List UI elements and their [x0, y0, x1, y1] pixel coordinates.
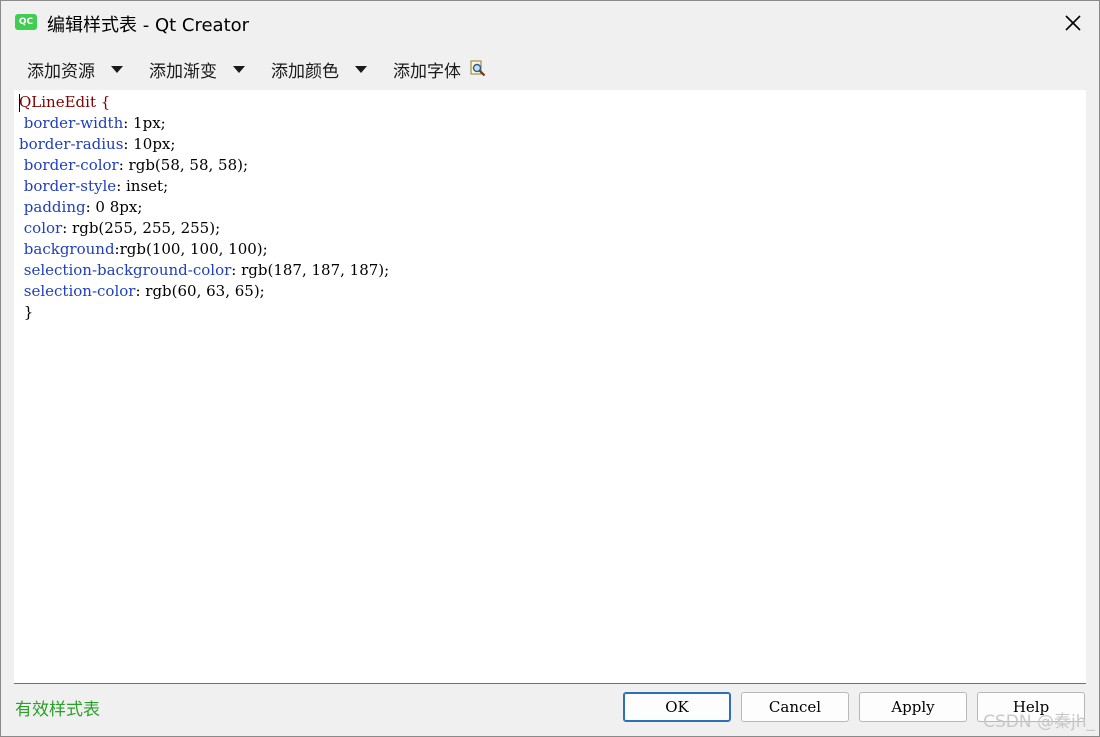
close-button[interactable] — [1047, 1, 1099, 45]
add-color-label: 添加颜色 — [271, 61, 339, 82]
dropdown-arrow-icon[interactable] — [355, 65, 367, 73]
code-property: border-width — [23, 114, 124, 132]
dropdown-arrow-icon[interactable] — [111, 65, 123, 73]
code-property: color — [23, 219, 63, 237]
close-icon — [1065, 15, 1081, 31]
code-line: } — [19, 302, 34, 323]
code-property: border-style — [23, 177, 117, 195]
code-property: background — [23, 240, 115, 258]
title-bar: QC 编辑样式表 - Qt Creator — [1, 1, 1099, 45]
add-gradient-label: 添加渐变 — [149, 61, 217, 82]
code-value: : rgb(60, 63, 65); — [135, 282, 265, 300]
code-line: border-radius: 10px; — [19, 134, 175, 155]
ok-button[interactable]: OK — [623, 692, 731, 722]
code-line: QLineEdit { — [19, 92, 110, 113]
code-value: :rgb(100, 100, 100); — [114, 240, 268, 258]
add-gradient-button[interactable]: 添加渐变 — [137, 57, 245, 82]
code-line: background:rgb(100, 100, 100); — [19, 239, 268, 260]
code-line: color: rgb(255, 255, 255); — [19, 218, 220, 239]
code-property: border-color — [23, 156, 119, 174]
code-line: border-width: 1px; — [19, 113, 166, 134]
add-color-button[interactable]: 添加颜色 — [259, 57, 367, 82]
add-resource-label: 添加资源 — [27, 61, 95, 82]
code-line: padding: 0 8px; — [19, 197, 143, 218]
add-font-label: 添加字体 — [393, 61, 461, 82]
apply-button[interactable]: Apply — [859, 692, 967, 722]
toolbar: 添加资源 添加渐变 添加颜色 添加字体 — [15, 53, 501, 85]
code-selector: } — [19, 303, 34, 321]
code-property: selection-color — [23, 282, 136, 300]
stylesheet-editor-dialog: QC 编辑样式表 - Qt Creator 添加资源 添加渐变 添加颜色 添加字… — [0, 0, 1100, 737]
watermark: CSDN @秦jh_ — [983, 712, 1095, 732]
cancel-button[interactable]: Cancel — [741, 692, 849, 722]
magnifier-icon[interactable] — [469, 60, 487, 78]
stylesheet-text-editor[interactable]: QLineEdit { border-width: 1px; border-rad… — [14, 90, 1086, 684]
add-resource-button[interactable]: 添加资源 — [15, 57, 123, 82]
code-line: border-color: rgb(58, 58, 58); — [19, 155, 248, 176]
code-value: : inset; — [116, 177, 169, 195]
code-property: selection-background-color — [23, 261, 232, 279]
code-value: : rgb(187, 187, 187); — [231, 261, 390, 279]
window-title: 编辑样式表 - Qt Creator — [47, 15, 250, 36]
code-line: selection-background-color: rgb(187, 187… — [19, 260, 389, 281]
code-selector: QLineEdit { — [19, 93, 111, 111]
code-value: : 0 8px; — [85, 198, 143, 216]
qt-creator-icon: QC — [15, 14, 37, 30]
code-property: border-radius — [19, 135, 124, 153]
code-value: : 1px; — [123, 114, 166, 132]
dropdown-arrow-icon[interactable] — [233, 65, 245, 73]
code-value: : rgb(58, 58, 58); — [118, 156, 249, 174]
code-value: : rgb(255, 255, 255); — [62, 219, 221, 237]
code-line: selection-color: rgb(60, 63, 65); — [19, 281, 265, 302]
add-font-button[interactable]: 添加字体 — [381, 57, 487, 82]
validity-status: 有效样式表 — [15, 700, 100, 720]
code-value: : 10px; — [123, 135, 176, 153]
code-property: padding — [23, 198, 86, 216]
code-line: border-style: inset; — [19, 176, 168, 197]
